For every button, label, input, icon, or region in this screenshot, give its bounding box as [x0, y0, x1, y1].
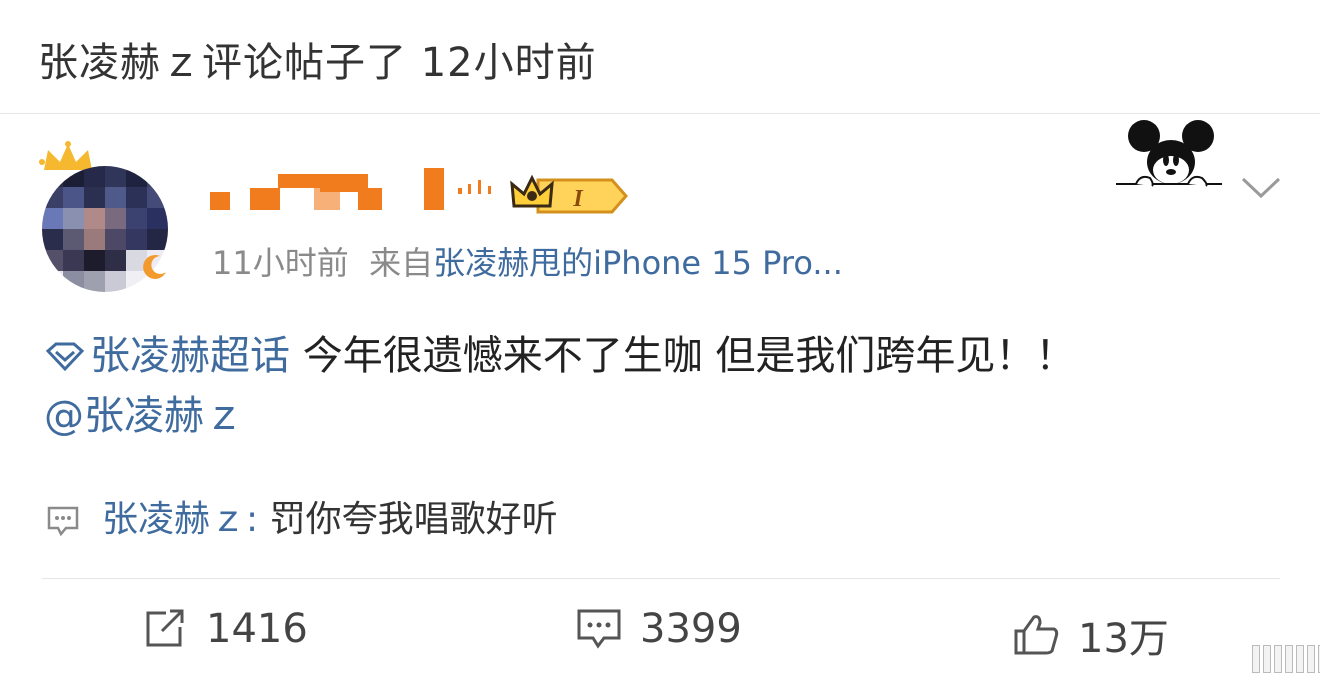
- repost-count: 1416: [206, 606, 308, 652]
- repost-icon: [146, 609, 184, 647]
- post-device-link[interactable]: 张凌赫甩的iPhone 15 Pro...: [433, 244, 843, 282]
- watermark: [1252, 645, 1320, 673]
- post-text: 今年很遗憾来不了生咖 但是我们跨年见！！: [290, 333, 1076, 379]
- divider: [42, 578, 1280, 579]
- comment-icon: [47, 506, 79, 537]
- like-button[interactable]: 13万: [1012, 606, 1169, 664]
- notification-title: 张凌赫ｚ评论帖子了 12小时前: [38, 40, 597, 86]
- mention-link[interactable]: @张凌赫ｚ: [44, 393, 244, 439]
- topic-link[interactable]: 张凌赫超话: [44, 333, 290, 379]
- topic-diamond-icon: [45, 342, 85, 372]
- comment-icon: [577, 609, 621, 649]
- vip-badge[interactable]: I: [508, 172, 630, 222]
- chevron-down-icon[interactable]: [1240, 176, 1282, 200]
- signal-icon: [458, 180, 491, 194]
- post-time: 11小时前: [212, 244, 349, 282]
- post-body: 张凌赫超话 今年很遗憾来不了生咖 但是我们跨年见！！ @张凌赫ｚ: [44, 326, 1284, 446]
- avatar-container[interactable]: [38, 140, 178, 300]
- like-icon: [1014, 615, 1059, 655]
- comment-preview[interactable]: 张凌赫ｚ: 罚你夸我唱歌好听: [46, 490, 558, 542]
- like-count: 13万: [1078, 616, 1169, 662]
- username-redacted[interactable]: [210, 168, 500, 214]
- comment-count: 3399: [640, 606, 742, 652]
- post-source-prefix: 来自: [369, 244, 434, 282]
- repost-button[interactable]: 1416: [144, 606, 308, 652]
- comment-button[interactable]: 3399: [576, 606, 742, 652]
- avatar-badge-icon: [143, 254, 166, 279]
- comment-user-link[interactable]: 张凌赫ｚ:: [102, 499, 258, 540]
- notification-header[interactable]: 张凌赫ｚ评论帖子了 12小时前: [0, 0, 1320, 114]
- topic-label: 张凌赫超话: [90, 333, 290, 379]
- comment-text: 罚你夸我唱歌好听: [258, 499, 558, 540]
- vip-badge-icon: I: [510, 174, 628, 214]
- mickey-icon: [1116, 120, 1222, 187]
- post-meta: 11小时前 来自张凌赫甩的iPhone 15 Pro...: [212, 238, 843, 284]
- vip-level-text: I: [572, 186, 584, 212]
